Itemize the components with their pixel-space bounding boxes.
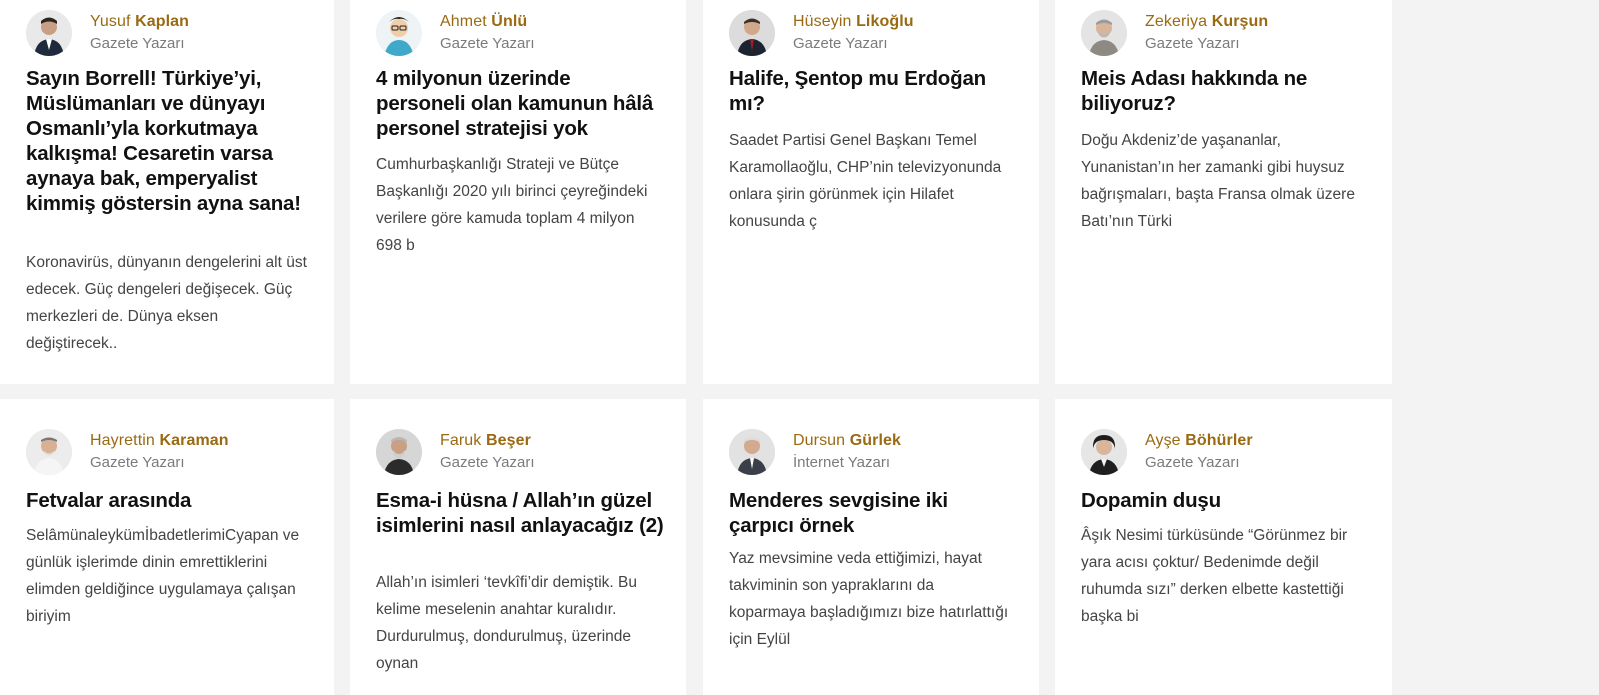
- author-role: Gazete Yazarı: [90, 35, 185, 52]
- author-role: Gazete Yazarı: [440, 454, 535, 471]
- article-card[interactable]: Yusuf Kaplan Gazete Yazarı Sayın Borrell…: [0, 0, 334, 384]
- article-card[interactable]: Hayrettin Karaman Gazete Yazarı Fetvalar…: [0, 399, 334, 695]
- author-name[interactable]: Yusuf Kaplan: [90, 11, 189, 33]
- author-avatar[interactable]: [729, 10, 775, 56]
- author-avatar[interactable]: [376, 429, 422, 475]
- article-excerpt: Cumhurbaşkanlığı Strateji ve Bütçe Başka…: [376, 156, 648, 254]
- author-name[interactable]: Faruk Beşer: [440, 430, 535, 452]
- author-block[interactable]: Hüseyin Likoğlu Gazete Yazarı: [729, 8, 914, 58]
- author-avatar[interactable]: [729, 429, 775, 475]
- author-role: Gazete Yazarı: [440, 35, 535, 52]
- article-excerpt: SelâmünaleykümİbadetlerimiCyapan ve günl…: [26, 527, 300, 625]
- article-card[interactable]: Dursun Gürlek İnternet Yazarı Menderes s…: [703, 399, 1039, 695]
- article-card[interactable]: Ahmet Ünlü Gazete Yazarı 4 milyonun üzer…: [350, 0, 686, 384]
- article-excerpt: Saadet Partisi Genel Başkanı Temel Karam…: [729, 132, 1002, 230]
- author-role: Gazete Yazarı: [1145, 35, 1240, 52]
- article-card[interactable]: Faruk Beşer Gazete Yazarı Esma-i hüsna /…: [350, 399, 686, 695]
- author-name[interactable]: Dursun Gürlek: [793, 430, 901, 452]
- author-role: Gazete Yazarı: [90, 454, 185, 471]
- article-card[interactable]: Zekeriya Kurşun Gazete Yazarı Meis Adası…: [1055, 0, 1392, 384]
- author-block[interactable]: Faruk Beşer Gazete Yazarı: [376, 427, 535, 477]
- article-title[interactable]: Fetvalar arasında: [26, 488, 312, 513]
- author-avatar[interactable]: [1081, 429, 1127, 475]
- article-title[interactable]: 4 milyonun üzerinde personeli olan kamun…: [376, 66, 664, 141]
- article-excerpt: Doğu Akdeniz’de yaşananlar, Yunanistan’ı…: [1081, 132, 1355, 230]
- author-name[interactable]: Ayşe Böhürler: [1145, 430, 1253, 452]
- article-title[interactable]: Halife, Şentop mu Erdoğan mı?: [729, 66, 1017, 116]
- author-name[interactable]: Hüseyin Likoğlu: [793, 11, 914, 33]
- author-block[interactable]: Ahmet Ünlü Gazete Yazarı: [376, 8, 535, 58]
- author-role: Gazete Yazarı: [793, 35, 888, 52]
- author-name[interactable]: Ahmet Ünlü: [440, 11, 535, 33]
- article-excerpt: Allah’ın isimleri ‘tevkîfi’dir demiştik.…: [376, 574, 637, 672]
- article-title[interactable]: Dopamin duşu: [1081, 488, 1370, 513]
- author-role: Gazete Yazarı: [1145, 454, 1240, 471]
- author-block[interactable]: Zekeriya Kurşun Gazete Yazarı: [1081, 8, 1268, 58]
- author-avatar[interactable]: [26, 429, 72, 475]
- author-name[interactable]: Zekeriya Kurşun: [1145, 11, 1268, 33]
- article-card[interactable]: Ayşe Böhürler Gazete Yazarı Dopamin duşu…: [1055, 399, 1392, 695]
- article-title[interactable]: Meis Adası hakkında ne biliyoruz?: [1081, 66, 1370, 116]
- author-role: İnternet Yazarı: [793, 454, 891, 471]
- author-block[interactable]: Dursun Gürlek İnternet Yazarı: [729, 427, 901, 477]
- article-title[interactable]: Menderes sevgisine iki çarpıcı örnek: [729, 488, 1017, 538]
- author-avatar[interactable]: [1081, 10, 1127, 56]
- article-title[interactable]: Sayın Borrell! Türkiye’yi, Müslümanları …: [26, 66, 312, 216]
- author-avatar[interactable]: [26, 10, 72, 56]
- author-block[interactable]: Hayrettin Karaman Gazete Yazarı: [26, 427, 229, 477]
- article-title[interactable]: Esma-i hüsna / Allah’ın güzel isimlerini…: [376, 488, 664, 538]
- author-name[interactable]: Hayrettin Karaman: [90, 430, 229, 452]
- article-excerpt: Koronavirüs, dünyanın dengelerini alt üs…: [26, 254, 307, 352]
- author-block[interactable]: Yusuf Kaplan Gazete Yazarı: [26, 8, 189, 58]
- author-avatar[interactable]: [376, 10, 422, 56]
- article-excerpt: Yaz mevsimine veda ettiğimizi, hayat tak…: [729, 550, 1009, 648]
- author-block[interactable]: Ayşe Böhürler Gazete Yazarı: [1081, 427, 1253, 477]
- article-excerpt: Âşık Nesimi türküsünde “Görünmez bir yar…: [1081, 527, 1348, 625]
- article-card[interactable]: Hüseyin Likoğlu Gazete Yazarı Halife, Şe…: [703, 0, 1039, 384]
